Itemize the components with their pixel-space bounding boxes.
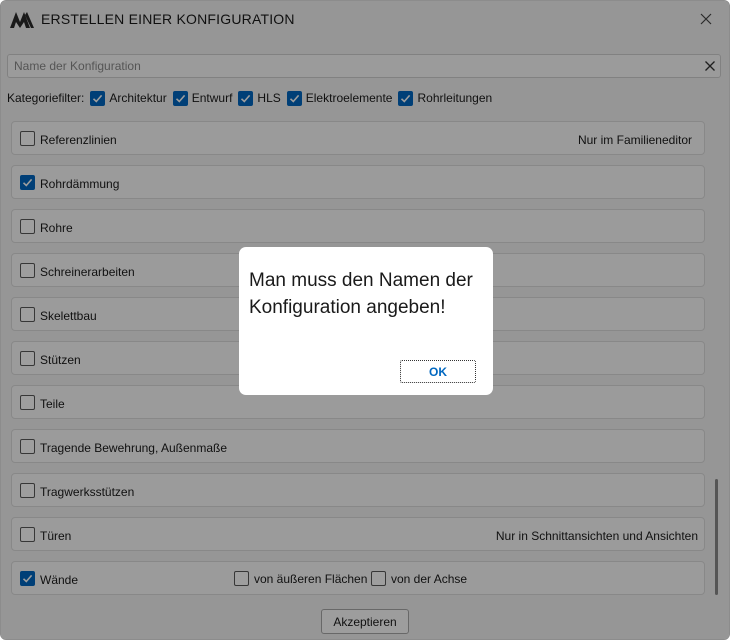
configuration-window: ERSTELLEN EINER KONFIGURATION Kategorief… — [0, 0, 730, 640]
alert-dialog: Man muss den Namen der Konfiguration ang… — [239, 247, 493, 395]
ok-button[interactable]: OK — [400, 360, 476, 383]
alert-message: Man muss den Namen der Konfiguration ang… — [249, 270, 473, 318]
